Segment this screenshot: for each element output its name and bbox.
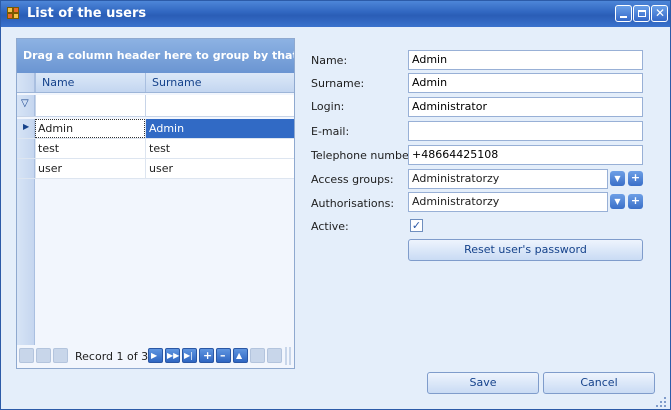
reset-password-button[interactable]: Reset user's password	[408, 239, 643, 261]
grid-header: Name Surname	[17, 73, 294, 93]
login-label: Login:	[311, 100, 345, 113]
column-header-surname[interactable]: Surname	[145, 73, 294, 92]
email-field[interactable]	[408, 121, 643, 141]
delete-icon[interactable]: –	[216, 348, 231, 363]
name-field[interactable]: Admin	[408, 50, 643, 70]
cancel-button[interactable]: Cancel	[543, 372, 655, 394]
phone-label: Telephone number:	[311, 149, 417, 162]
row-indicator	[17, 139, 35, 158]
navigator-grip	[285, 347, 291, 365]
access-groups-combo[interactable]: Administratorzy ▼ +	[408, 169, 643, 189]
prev-record-icon[interactable]	[53, 348, 68, 363]
authorisations-combo[interactable]: Administratorzy ▼ +	[408, 192, 643, 212]
app-icon	[7, 7, 20, 20]
prev-page-icon[interactable]	[36, 348, 51, 363]
save-button[interactable]: Save	[427, 372, 539, 394]
active-label: Active:	[311, 220, 349, 233]
authorisations-value[interactable]: Administratorzy	[408, 192, 608, 212]
title-bar[interactable]: List of the users ✕	[1, 1, 670, 27]
chevron-down-icon[interactable]: ▼	[610, 171, 625, 186]
record-navigator: Record 1 of 3 ▶ ▶▶ ▶| + – ▲	[17, 345, 294, 367]
column-header-name[interactable]: Name	[35, 73, 145, 92]
row-pointer-icon: ▶	[17, 119, 35, 138]
cell-name[interactable]: test	[35, 139, 145, 158]
email-label: E-mail:	[311, 125, 350, 138]
group-by-panel[interactable]: Drag a column header here to group by th…	[17, 39, 294, 73]
first-record-icon[interactable]	[19, 348, 34, 363]
row-indicator	[17, 159, 35, 178]
resize-grip[interactable]	[656, 395, 668, 407]
filter-surname-input[interactable]	[145, 95, 294, 116]
cell-name[interactable]: Admin	[35, 119, 145, 138]
table-row[interactable]: ▶ Admin Admin	[17, 119, 294, 139]
close-icon[interactable]: ✕	[651, 5, 668, 22]
users-window: List of the users ✕ Drag a column header…	[0, 0, 671, 410]
cell-surname[interactable]: user	[145, 159, 294, 178]
authorisations-label: Authorisations:	[311, 197, 395, 210]
edit-icon[interactable]: ▲	[233, 348, 248, 363]
window-title: List of the users	[27, 6, 147, 21]
access-groups-value[interactable]: Administratorzy	[408, 169, 608, 189]
active-checkbox[interactable]: ✓	[410, 219, 423, 232]
next-page-icon[interactable]: ▶▶	[165, 348, 180, 363]
add-icon[interactable]: +	[628, 194, 643, 209]
filter-name-input[interactable]	[35, 95, 145, 116]
cancel-edit-icon[interactable]	[267, 348, 282, 363]
filter-row: ▽	[17, 95, 294, 117]
header-indicator	[17, 73, 35, 92]
minimize-icon[interactable]	[615, 5, 632, 22]
chevron-down-icon[interactable]: ▼	[610, 194, 625, 209]
filter-icon: ▽	[17, 95, 35, 116]
record-counter: Record 1 of 3	[75, 350, 149, 363]
phone-field[interactable]: +48664425108	[408, 145, 643, 165]
surname-field[interactable]: Admin	[408, 73, 643, 93]
surname-label: Surname:	[311, 77, 365, 90]
last-record-icon[interactable]: ▶|	[182, 348, 197, 363]
cell-surname[interactable]: Admin	[145, 119, 294, 138]
maximize-icon[interactable]	[633, 5, 650, 22]
users-grid[interactable]: Drag a column header here to group by th…	[16, 38, 295, 369]
table-row[interactable]: user user	[17, 159, 294, 179]
name-label: Name:	[311, 54, 348, 67]
table-row[interactable]: test test	[17, 139, 294, 159]
post-edit-icon[interactable]	[250, 348, 265, 363]
cell-surname[interactable]: test	[145, 139, 294, 158]
access-groups-label: Access groups:	[311, 173, 394, 186]
cell-name[interactable]: user	[35, 159, 145, 178]
indicator-column	[17, 179, 35, 345]
add-icon[interactable]: +	[628, 171, 643, 186]
next-record-icon[interactable]: ▶	[148, 348, 163, 363]
append-icon[interactable]: +	[199, 348, 214, 363]
login-field[interactable]: Administrator	[408, 97, 643, 117]
